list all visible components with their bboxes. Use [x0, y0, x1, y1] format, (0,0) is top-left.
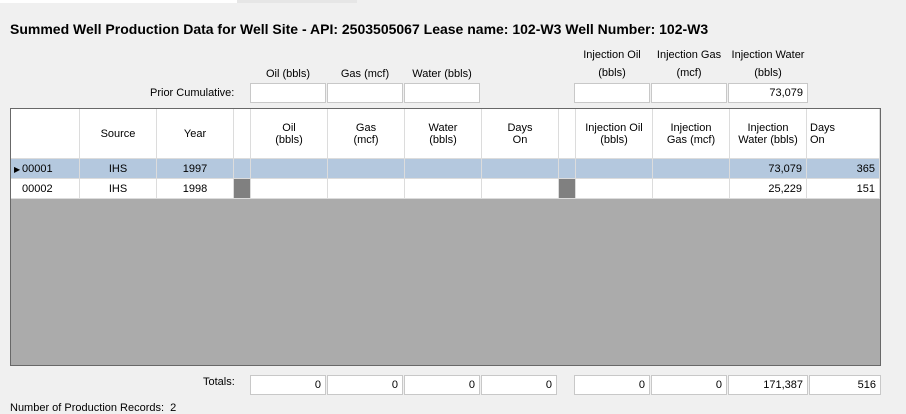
prior-inj-gas-header-line2: (mcf)	[676, 67, 702, 79]
col-header-oil[interactable]: Oil (bbls)	[251, 109, 328, 159]
prior-inj-water-header-line1: Injection Water	[731, 49, 805, 61]
page-title: Summed Well Production Data for Well Sit…	[10, 21, 709, 37]
prior-cumulative-label: Prior Cumulative:	[150, 87, 235, 99]
active-tab-strip	[0, 0, 237, 3]
prior-inj-water-header-line2: (bbls)	[754, 67, 782, 79]
col-header-inj-water[interactable]: Injection Water (bbls)	[730, 109, 807, 159]
col-header-inj-oil-line1: Injection Oil	[585, 121, 643, 134]
total-inj-oil-field[interactable]: 0	[574, 375, 650, 395]
prior-gas-field[interactable]	[327, 83, 403, 103]
col-header-inj-days-on[interactable]: Days On	[807, 109, 880, 159]
prior-inj-oil-header-line2: (bbls)	[598, 67, 626, 79]
records-label: Number of Production Records:	[10, 402, 165, 414]
col-header-year[interactable]: Year	[157, 109, 234, 159]
cell-gas[interactable]	[328, 159, 405, 179]
col-header-inj-gas[interactable]: Injection Gas (mcf)	[653, 109, 730, 159]
grid-header-row: Source Year Oil (bbls) Gas (mcf) Water (bbl…	[11, 109, 880, 159]
cell-oil[interactable]	[251, 179, 328, 199]
prior-inj-gas-field[interactable]	[651, 83, 727, 103]
record-id: 00002	[22, 183, 53, 195]
cell-year[interactable]: 1998	[157, 179, 234, 199]
total-inj-water-field[interactable]: 171,387	[728, 375, 808, 395]
cell-year[interactable]: 1997	[157, 159, 234, 179]
production-grid[interactable]: Source Year Oil (bbls) Gas (mcf) Water (bbl…	[10, 108, 881, 366]
col-header-inj-water-line2: Water (bbls)	[738, 133, 798, 146]
cell-inj-days-on[interactable]: 365	[807, 159, 880, 179]
prior-inj-water-header: Injection Water (bbls)	[728, 49, 808, 80]
cell-source[interactable]: IHS	[80, 179, 157, 199]
current-row-arrow-icon: ▶	[14, 165, 21, 174]
cell-inj-oil[interactable]	[576, 179, 653, 199]
inactive-tab-strip	[237, 0, 357, 3]
cell-gas[interactable]	[328, 179, 405, 199]
col-header-water[interactable]: Water (bbls)	[405, 109, 482, 159]
col-header-inj-oil-line2: (bbls)	[600, 133, 628, 146]
prior-oil-field[interactable]	[250, 83, 326, 103]
prior-water-header: Water (bbls)	[412, 68, 472, 80]
cell-spacer-1	[234, 179, 251, 199]
total-days-on-field[interactable]: 0	[481, 375, 557, 395]
production-records-count: Number of Production Records: 2	[10, 402, 176, 414]
cell-spacer-2	[559, 159, 576, 179]
table-row[interactable]: ▶ 00001 IHS 1997 73,079 365	[11, 159, 880, 179]
row-header[interactable]: 00002	[11, 179, 80, 199]
col-header-gas[interactable]: Gas (mcf)	[328, 109, 405, 159]
col-header-spacer-2	[559, 109, 576, 159]
col-header-inj-gas-line2: Gas (mcf)	[666, 133, 716, 146]
col-header-water-line2: (bbls)	[429, 133, 457, 146]
cell-oil[interactable]	[251, 159, 328, 179]
col-header-inj-days-line1: Days	[810, 121, 836, 134]
prior-inj-gas-header: Injection Gas (mcf)	[651, 49, 727, 80]
col-header-days-line1: Days	[507, 121, 533, 134]
col-header-days-line2: On	[512, 133, 528, 146]
col-header-source[interactable]: Source	[80, 109, 157, 159]
cell-inj-gas[interactable]	[653, 179, 730, 199]
prior-inj-oil-header: Injection Oil (bbls)	[574, 49, 650, 80]
table-row[interactable]: 00002 IHS 1998 25,229 151	[11, 179, 880, 199]
col-header-gas-line2: (mcf)	[353, 133, 379, 146]
total-oil-field[interactable]: 0	[250, 375, 326, 395]
cell-inj-oil[interactable]	[576, 159, 653, 179]
col-header-gas-line1: Gas	[355, 121, 377, 134]
col-header-water-line1: Water	[428, 121, 458, 134]
cell-source[interactable]: IHS	[80, 159, 157, 179]
prior-oil-header: Oil (bbls)	[265, 68, 310, 80]
col-header-days-on[interactable]: Days On	[482, 109, 559, 159]
col-header-spacer-1	[234, 109, 251, 159]
cell-spacer-1	[234, 159, 251, 179]
total-inj-days-on-field[interactable]: 516	[809, 375, 881, 395]
cell-water[interactable]	[405, 179, 482, 199]
cell-days-on[interactable]	[482, 159, 559, 179]
cell-inj-water[interactable]: 73,079	[730, 159, 807, 179]
total-water-field[interactable]: 0	[404, 375, 480, 395]
col-header-inj-water-line1: Injection	[747, 121, 789, 134]
row-header[interactable]: ▶ 00001	[11, 159, 80, 179]
prior-inj-water-field[interactable]: 73,079	[728, 83, 808, 103]
col-header-inj-oil[interactable]: Injection Oil (bbls)	[576, 109, 653, 159]
prior-water-field[interactable]	[404, 83, 480, 103]
cell-inj-days-on[interactable]: 151	[807, 179, 880, 199]
prior-gas-header: Gas (mcf)	[340, 68, 390, 80]
cell-spacer-2	[559, 179, 576, 199]
cell-water[interactable]	[405, 159, 482, 179]
prior-inj-oil-header-line1: Injection Oil	[583, 49, 641, 61]
row-header-corner	[11, 109, 80, 159]
col-header-inj-days-line2: On	[810, 133, 825, 146]
col-header-oil-line2: (bbls)	[275, 133, 303, 146]
window-top-strip	[0, 0, 906, 3]
cell-inj-gas[interactable]	[653, 159, 730, 179]
total-inj-gas-field[interactable]: 0	[651, 375, 727, 395]
col-header-oil-line1: Oil	[282, 121, 296, 134]
col-header-inj-gas-line1: Injection	[670, 121, 712, 134]
cell-inj-water[interactable]: 25,229	[730, 179, 807, 199]
record-id: 00001	[22, 163, 53, 175]
total-gas-field[interactable]: 0	[327, 375, 403, 395]
prior-inj-oil-field[interactable]	[574, 83, 650, 103]
records-count: 2	[170, 402, 177, 414]
prior-inj-gas-header-line1: Injection Gas	[656, 49, 722, 61]
totals-label: Totals:	[203, 376, 235, 388]
cell-days-on[interactable]	[482, 179, 559, 199]
